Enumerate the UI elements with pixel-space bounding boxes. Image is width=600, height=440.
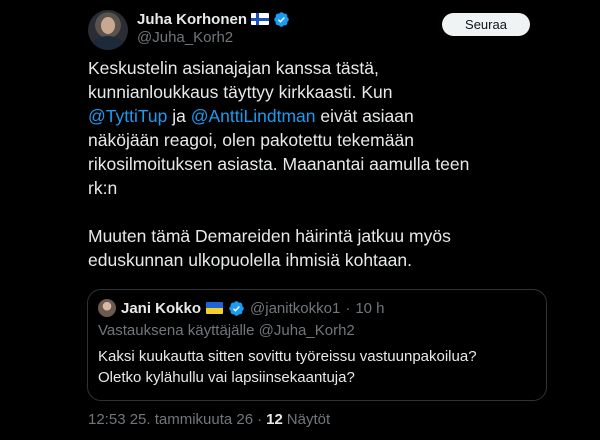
avatar-shoulders <box>92 36 124 50</box>
views-label: Näytöt <box>286 411 331 428</box>
quoted-separator: · <box>345 299 351 317</box>
follow-button[interactable]: Seuraa <box>442 13 530 36</box>
quoted-author-handle[interactable]: @janitkokko1 <box>250 300 340 317</box>
quoted-reply-context: Vastauksena käyttäjälle @Juha_Korh2 <box>98 322 355 339</box>
quoted-text-line-2: Oletko kylähullu vai lapsiinsekaantuja? <box>98 369 355 386</box>
ukraine-flag-icon <box>206 302 224 314</box>
quoted-text-line-1: Kaksi kuukautta sitten sovittu työreissu… <box>98 348 477 365</box>
avatar-face <box>101 17 115 34</box>
quoted-tweet-header: Jani Kokko @janitkokko1 · 10 h <box>98 299 385 317</box>
body-line-6: rk:n <box>88 178 118 198</box>
quoted-timestamp[interactable]: 10 h <box>355 300 384 317</box>
author-avatar[interactable] <box>88 10 128 50</box>
body-line-1: Keskustelin asianajajan kanssa tästä, <box>88 58 379 78</box>
body-line-3-mid: ja <box>167 106 191 126</box>
body-line-3: @TyttiTup ja @AnttiLindtman eivät asiaan <box>88 104 558 128</box>
body-line-2: kunnianloukkaus täyttyy kirkkaasti. Kun <box>88 82 393 102</box>
quoted-tweet-text: Kaksi kuukautta sitten sovittu työreissu… <box>98 346 543 388</box>
body-line-5: rikosilmoituksen asiasta. Maanantai aamu… <box>88 154 470 174</box>
quoted-author-avatar[interactable] <box>98 299 116 317</box>
body-line-3-end: eivät asiaan <box>315 106 414 126</box>
mention-anttilindtman-link[interactable]: @AnttiLindtman <box>191 106 316 126</box>
tweet: Juha Korhonen @Juha_Korh2 Seuraa Keskust… <box>0 0 600 440</box>
tweet-body: Keskustelin asianajajan kanssa tästä, ku… <box>88 56 558 272</box>
footer-separator: · <box>257 411 263 428</box>
author-name-row: Juha Korhonen <box>137 8 290 30</box>
quoted-tweet[interactable]: Jani Kokko @janitkokko1 · 10 h Vastaukse… <box>87 289 547 401</box>
body-line-7: Muuten tämä Demareiden häirintä jatkuu m… <box>88 226 451 246</box>
finland-flag-icon <box>251 13 270 25</box>
author-display-name[interactable]: Juha Korhonen <box>137 11 247 28</box>
verified-badge-icon <box>229 300 244 316</box>
author-handle[interactable]: @Juha_Korh2 <box>137 29 233 46</box>
tweet-footer: 12:53 25. tammikuuta 26 · 12 Näytöt <box>88 411 330 428</box>
body-line-4: näköjään reagoi, olen pakotettu tekemään <box>88 130 414 150</box>
quoted-author-display-name[interactable]: Jani Kokko <box>121 300 201 317</box>
body-line-8: eduskunnan ulkopuolella ihmisiä kohtaan. <box>88 250 412 270</box>
views-count: 12 <box>266 411 283 428</box>
tweet-timestamp[interactable]: 12:53 25. tammikuuta 26 <box>88 411 253 428</box>
verified-badge-icon[interactable] <box>273 11 290 28</box>
mention-tyttitup-link[interactable]: @TyttiTup <box>88 106 167 126</box>
